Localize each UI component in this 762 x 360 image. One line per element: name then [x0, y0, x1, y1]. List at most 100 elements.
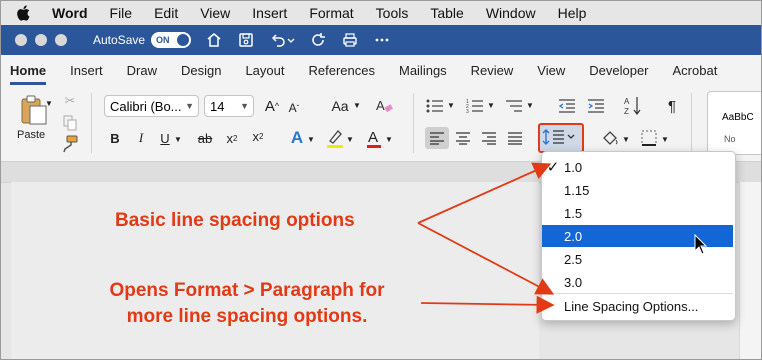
sort-icon[interactable]: AZ: [623, 95, 643, 117]
autosave-toggle[interactable]: ON: [151, 32, 192, 48]
tab-layout[interactable]: Layout: [245, 63, 284, 78]
chevron-down-icon[interactable]: ▼: [385, 135, 393, 144]
change-case-icon[interactable]: Aa: [329, 95, 351, 117]
style-name: No: [724, 134, 736, 144]
print-icon[interactable]: [341, 31, 359, 49]
ribbon-divider: [413, 93, 414, 153]
copy-icon[interactable]: [63, 115, 77, 131]
shrink-font-icon[interactable]: Aˇ: [284, 97, 304, 119]
text-effects-icon[interactable]: A: [288, 127, 306, 149]
font-name-select[interactable]: Calibri (Bo... ▼: [104, 95, 199, 117]
apple-icon[interactable]: [16, 5, 30, 21]
tab-insert[interactable]: Insert: [70, 63, 103, 78]
clear-formatting-icon[interactable]: A: [373, 95, 395, 117]
bullets-icon[interactable]: [425, 97, 445, 115]
menu-edit[interactable]: Edit: [154, 5, 178, 21]
zoom-window-button[interactable]: [55, 34, 67, 46]
menu-help[interactable]: Help: [558, 5, 587, 21]
chevron-down-icon: ▼: [185, 101, 194, 111]
undo-icon[interactable]: [269, 31, 287, 49]
svg-text:3: 3: [466, 109, 469, 114]
menu-item-3-0[interactable]: 3.0: [542, 271, 733, 293]
tab-references[interactable]: References: [309, 63, 375, 78]
tab-design[interactable]: Design: [181, 63, 221, 78]
show-formatting-icon[interactable]: ¶: [664, 95, 680, 117]
cut-icon[interactable]: ✂: [63, 93, 77, 109]
chevron-down-icon[interactable]: ▼: [622, 135, 630, 144]
numbering-icon[interactable]: 123: [465, 97, 485, 115]
line-spacing-button[interactable]: [538, 123, 584, 153]
autosave-label: AutoSave: [93, 33, 146, 47]
chevron-down-icon[interactable]: ▼: [487, 101, 495, 110]
format-painter-icon[interactable]: [61, 135, 79, 153]
menu-item-line-spacing-options[interactable]: Line Spacing Options...: [542, 295, 733, 317]
paste-label[interactable]: Paste: [17, 129, 45, 141]
font-name-value: Calibri (Bo...: [110, 98, 182, 114]
shading-icon[interactable]: [599, 127, 621, 149]
tab-home[interactable]: Home: [10, 63, 47, 85]
tab-mailings[interactable]: Mailings: [399, 63, 447, 78]
menu-item-1-15[interactable]: 1.15: [542, 179, 733, 201]
chevron-down-icon[interactable]: ▼: [526, 101, 534, 110]
menu-item-label: 1.0: [564, 159, 583, 175]
borders-icon[interactable]: [639, 127, 659, 149]
menu-item-2-5[interactable]: 2.5: [542, 248, 733, 270]
menu-item-label: 1.5: [564, 205, 583, 221]
menu-window[interactable]: Window: [486, 5, 536, 21]
font-size-select[interactable]: 14 ▼: [204, 95, 254, 117]
save-icon[interactable]: [237, 31, 255, 49]
tab-view[interactable]: View: [537, 63, 565, 78]
menu-item-1-0[interactable]: ✓ 1.0: [542, 156, 733, 178]
minimize-window-button[interactable]: [35, 34, 47, 46]
strikethrough-icon[interactable]: ab: [196, 129, 214, 147]
menu-item-2-0[interactable]: 2.0: [542, 225, 733, 247]
highlight-color-icon[interactable]: [325, 127, 345, 149]
chevron-down-icon[interactable]: ▼: [661, 135, 669, 144]
chevron-down-icon[interactable]: ▼: [174, 135, 182, 144]
menu-item-1-5[interactable]: 1.5: [542, 202, 733, 224]
annotation-basic: Basic line spacing options: [115, 210, 355, 231]
menu-view[interactable]: View: [200, 5, 230, 21]
home-icon[interactable]: [205, 31, 223, 49]
close-window-button[interactable]: [15, 34, 27, 46]
bold-icon[interactable]: B: [108, 129, 122, 147]
chevron-down-icon[interactable]: ▼: [447, 101, 455, 110]
menu-item-label: 2.0: [564, 228, 583, 244]
menu-tools[interactable]: Tools: [376, 5, 409, 21]
grow-font-icon[interactable]: A ^: [261, 95, 283, 117]
multilevel-list-icon[interactable]: [504, 97, 524, 115]
italic-icon[interactable]: I: [134, 129, 148, 147]
underline-icon[interactable]: U: [158, 129, 172, 147]
font-color-icon[interactable]: A: [365, 127, 383, 149]
justify-icon[interactable]: [504, 127, 526, 149]
chevron-down-icon[interactable]: ▼: [307, 135, 315, 144]
increase-indent-icon[interactable]: [586, 97, 606, 115]
superscript-icon[interactable]: x2: [249, 127, 267, 145]
menu-format[interactable]: Format: [309, 5, 353, 21]
align-center-icon[interactable]: [452, 127, 474, 149]
paste-dropdown-icon[interactable]: ▼: [45, 99, 53, 108]
menu-app-name[interactable]: Word: [52, 5, 88, 21]
mac-menu-bar: Word File Edit View Insert Format Tools …: [1, 1, 761, 25]
undo-dropdown-icon[interactable]: [287, 31, 295, 49]
align-right-icon[interactable]: [478, 127, 500, 149]
more-icon[interactable]: [373, 31, 391, 49]
style-preview: AaBbC: [722, 112, 754, 123]
style-normal[interactable]: AaBbC No: [707, 91, 761, 155]
chevron-down-icon[interactable]: ▼: [346, 135, 354, 144]
redo-icon[interactable]: [309, 31, 327, 49]
tab-draw[interactable]: Draw: [127, 63, 157, 78]
tab-review[interactable]: Review: [471, 63, 514, 78]
tab-developer[interactable]: Developer: [589, 63, 648, 78]
menu-insert[interactable]: Insert: [252, 5, 287, 21]
annotation-opens-line1: Opens Format > Paragraph for: [109, 280, 385, 301]
menu-file[interactable]: File: [110, 5, 133, 21]
tab-acrobat[interactable]: Acrobat: [673, 63, 718, 78]
menu-table[interactable]: Table: [430, 5, 463, 21]
svg-text:A: A: [376, 98, 385, 113]
decrease-indent-icon[interactable]: [557, 97, 577, 115]
menu-item-label: 2.5: [564, 251, 583, 267]
subscript-icon[interactable]: x2: [223, 129, 241, 147]
align-left-icon[interactable]: [425, 127, 449, 149]
chevron-down-icon[interactable]: ▼: [353, 101, 361, 110]
